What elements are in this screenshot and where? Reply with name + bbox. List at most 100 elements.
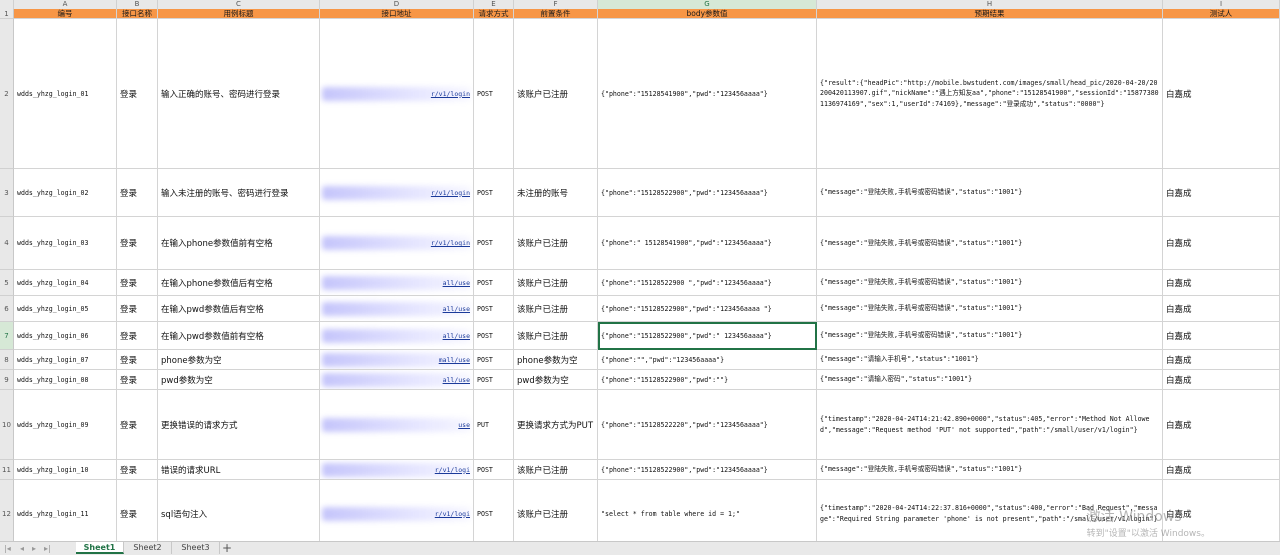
- cell-expect[interactable]: {"message":"登陆失败,手机号或密码错误","status":"100…: [817, 460, 1163, 480]
- row-number[interactable]: 5: [0, 270, 14, 296]
- header-cell-expect[interactable]: 预期结果: [817, 9, 1163, 19]
- cell-body[interactable]: "select * from table where id = 1;": [598, 480, 817, 548]
- select-all-corner[interactable]: [0, 0, 14, 9]
- column-header-f[interactable]: F: [514, 0, 598, 9]
- cell-expect[interactable]: {"message":"请输入密码","status":"1001"}: [817, 370, 1163, 390]
- cell-url[interactable]: r/v1/logi: [320, 480, 474, 548]
- cell-expect[interactable]: {"timestamp":"2020-04-24T14:21:42.890+00…: [817, 390, 1163, 460]
- cell-name[interactable]: 登录: [117, 296, 158, 322]
- cell-id[interactable]: wdds_yhzg_login_09: [14, 390, 117, 460]
- header-cell-url[interactable]: 接口地址: [320, 9, 474, 19]
- cell-id[interactable]: wdds_yhzg_login_04: [14, 270, 117, 296]
- row-number[interactable]: 4: [0, 217, 14, 270]
- cell-name[interactable]: 登录: [117, 370, 158, 390]
- cell-title[interactable]: 在输入pwd参数值前有空格: [158, 322, 320, 350]
- cell-title[interactable]: phone参数为空: [158, 350, 320, 370]
- cell-id[interactable]: wdds_yhzg_login_06: [14, 322, 117, 350]
- cell-title[interactable]: 在输入phone参数值前有空格: [158, 217, 320, 270]
- header-cell-id[interactable]: 编号: [14, 9, 117, 19]
- cell-method[interactable]: POST: [474, 370, 514, 390]
- cell-title[interactable]: 在输入phone参数值后有空格: [158, 270, 320, 296]
- cell-url[interactable]: r/v1/login: [320, 169, 474, 217]
- cell-name[interactable]: 登录: [117, 350, 158, 370]
- cell-body[interactable]: {"phone":"15128522900","pwd":""}: [598, 370, 817, 390]
- cell-title[interactable]: pwd参数为空: [158, 370, 320, 390]
- cell-pre[interactable]: 该账户已注册: [514, 19, 598, 169]
- cell-method[interactable]: POST: [474, 460, 514, 480]
- row-number[interactable]: 12: [0, 480, 14, 548]
- column-header-g[interactable]: G: [598, 0, 817, 9]
- cell-tester[interactable]: 白嘉成: [1163, 270, 1280, 296]
- column-header-b[interactable]: B: [117, 0, 158, 9]
- cell-method[interactable]: PUT: [474, 390, 514, 460]
- column-header-a[interactable]: A: [14, 0, 117, 9]
- cell-method[interactable]: POST: [474, 322, 514, 350]
- row-number[interactable]: 2: [0, 19, 14, 169]
- cell-body[interactable]: {"phone":"15128522900 ","pwd":"123456aaa…: [598, 270, 817, 296]
- cell-title[interactable]: 在输入pwd参数值后有空格: [158, 296, 320, 322]
- cell-name[interactable]: 登录: [117, 19, 158, 169]
- cell-pre[interactable]: 该账户已注册: [514, 217, 598, 270]
- row-number[interactable]: 7: [0, 322, 14, 350]
- cell-name[interactable]: 登录: [117, 270, 158, 296]
- cell-pre[interactable]: phone参数为空: [514, 350, 598, 370]
- cell-tester[interactable]: 白嘉成: [1163, 169, 1280, 217]
- cell-id[interactable]: wdds_yhzg_login_01: [14, 19, 117, 169]
- cell-title[interactable]: 输入正确的账号、密码进行登录: [158, 19, 320, 169]
- cell-name[interactable]: 登录: [117, 169, 158, 217]
- cell-tester[interactable]: 白嘉成: [1163, 390, 1280, 460]
- cell-body[interactable]: {"phone":"15128522900","pwd":" 123456aaa…: [598, 322, 817, 350]
- cell-method[interactable]: POST: [474, 19, 514, 169]
- cell-tester[interactable]: 白嘉成: [1163, 460, 1280, 480]
- cell-tester[interactable]: 白嘉成: [1163, 350, 1280, 370]
- cell-body[interactable]: {"phone":"15128522220","pwd":"123456aaaa…: [598, 390, 817, 460]
- cell-url[interactable]: use: [320, 390, 474, 460]
- cell-title[interactable]: 错误的请求URL: [158, 460, 320, 480]
- row-number[interactable]: 3: [0, 169, 14, 217]
- cell-name[interactable]: 登录: [117, 480, 158, 548]
- cell-id[interactable]: wdds_yhzg_login_10: [14, 460, 117, 480]
- cell-method[interactable]: POST: [474, 480, 514, 548]
- last-sheet-icon[interactable]: ▸|: [44, 542, 51, 555]
- cell-name[interactable]: 登录: [117, 322, 158, 350]
- header-cell-pre[interactable]: 前置条件: [514, 9, 598, 19]
- cell-tester[interactable]: 白嘉成: [1163, 370, 1280, 390]
- cell-id[interactable]: wdds_yhzg_login_02: [14, 169, 117, 217]
- cell-pre[interactable]: 该账户已注册: [514, 270, 598, 296]
- cell-tester[interactable]: 白嘉成: [1163, 296, 1280, 322]
- cell-body[interactable]: {"phone":" 15128541900","pwd":"123456aaa…: [598, 217, 817, 270]
- prev-sheet-icon[interactable]: ◂: [20, 542, 24, 555]
- cell-url[interactable]: mall/use: [320, 350, 474, 370]
- cell-body[interactable]: {"phone":"","pwd":"123456aaaa"}: [598, 350, 817, 370]
- column-header-c[interactable]: C: [158, 0, 320, 9]
- cell-url[interactable]: all/use: [320, 296, 474, 322]
- cell-pre[interactable]: 该账户已注册: [514, 296, 598, 322]
- row-number[interactable]: 8: [0, 350, 14, 370]
- cell-expect[interactable]: {"message":"登陆失败,手机号或密码错误","status":"100…: [817, 270, 1163, 296]
- sheet-tab-sheet2[interactable]: Sheet2: [124, 542, 172, 554]
- cell-body[interactable]: {"phone":"15128522900","pwd":"123456aaaa…: [598, 169, 817, 217]
- cell-method[interactable]: POST: [474, 270, 514, 296]
- cell-title[interactable]: 更换错误的请求方式: [158, 390, 320, 460]
- cell-tester[interactable]: 白嘉成: [1163, 19, 1280, 169]
- cell-tester[interactable]: 白嘉成: [1163, 322, 1280, 350]
- cell-id[interactable]: wdds_yhzg_login_08: [14, 370, 117, 390]
- cell-expect[interactable]: {"result":{"headPic":"http://mobile.bwst…: [817, 19, 1163, 169]
- cell-body[interactable]: {"phone":"15128522900","pwd":"123456aaaa…: [598, 460, 817, 480]
- column-header-h[interactable]: H: [817, 0, 1163, 9]
- header-cell-method[interactable]: 请求方式: [474, 9, 514, 19]
- row-number[interactable]: 6: [0, 296, 14, 322]
- cell-name[interactable]: 登录: [117, 217, 158, 270]
- first-sheet-icon[interactable]: |◂: [4, 542, 11, 555]
- cell-pre[interactable]: 未注册的账号: [514, 169, 598, 217]
- cell-url[interactable]: all/use: [320, 270, 474, 296]
- cell-expect[interactable]: {"message":"登陆失败,手机号或密码错误","status":"100…: [817, 217, 1163, 270]
- cell-id[interactable]: wdds_yhzg_login_05: [14, 296, 117, 322]
- sheet-tab-sheet3[interactable]: Sheet3: [172, 542, 220, 554]
- cell-expect[interactable]: {"message":"请输入手机号","status":"1001"}: [817, 350, 1163, 370]
- cell-pre[interactable]: 该账户已注册: [514, 322, 598, 350]
- cell-url[interactable]: r/v1/login: [320, 19, 474, 169]
- cell-method[interactable]: POST: [474, 169, 514, 217]
- cell-pre[interactable]: 该账户已注册: [514, 460, 598, 480]
- cell-url[interactable]: all/use: [320, 322, 474, 350]
